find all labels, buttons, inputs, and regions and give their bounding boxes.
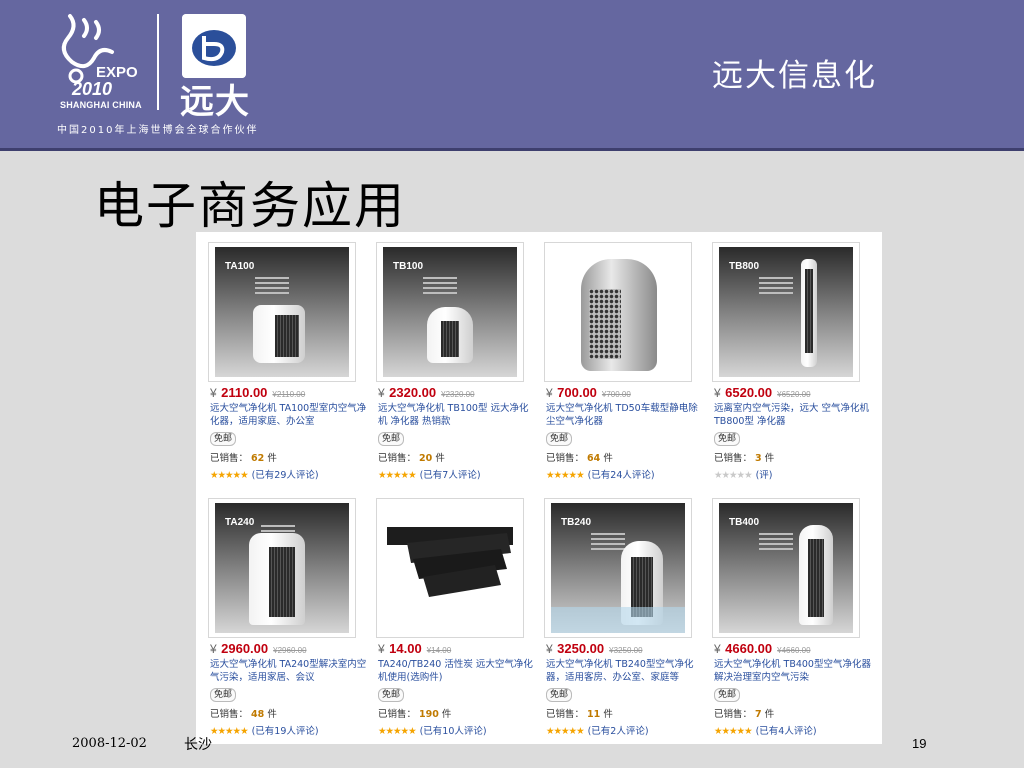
product-image[interactable]: TA240: [208, 498, 356, 638]
product-card[interactable]: TA240 ¥ 2960.00 ¥2960.00 远大空气净化机 TA240型解决…: [196, 488, 366, 738]
expo-city: SHANGHAI CHINA: [60, 100, 142, 110]
sales-count: 已销售： 62 件: [210, 453, 277, 464]
product-rating[interactable]: ★★★★★ (已有19人评论): [210, 723, 319, 737]
product-price: ¥ 6520.00 ¥6520.00: [714, 385, 811, 400]
product-title-link[interactable]: 远大空气净化机 TD50车载型静电除尘空气净化器: [546, 402, 704, 428]
product-model-label: TA100: [225, 261, 255, 272]
product-image[interactable]: TB100: [376, 242, 524, 382]
product-rating[interactable]: ★★★★★ (已有7人评论): [378, 467, 481, 481]
page-number: 19: [912, 736, 927, 751]
star-rating-icon: ★★★★★: [378, 726, 417, 737]
product-rating[interactable]: ★★★★★ (已有10人评论): [378, 723, 487, 737]
sales-count: 已销售： 3 件: [714, 453, 775, 464]
product-price: ¥ 14.00 ¥14.00: [378, 641, 452, 656]
sales-count: 已销售： 48 件: [210, 709, 277, 720]
product-model-label: TB400: [729, 517, 760, 528]
product-image[interactable]: [376, 498, 524, 638]
slide-date: 2008-12-02: [72, 736, 147, 751]
sales-count: 已销售： 11 件: [546, 709, 613, 720]
sales-count: 已销售： 20 件: [378, 453, 445, 464]
product-rating[interactable]: ★★★★★ (已有2人评论): [546, 723, 649, 737]
broad-logo-icon: [182, 14, 246, 78]
product-image[interactable]: [544, 242, 692, 382]
product-card[interactable]: ¥ 14.00 ¥14.00 TA240/TB240 活性炭 远大空气净化机使用(…: [364, 488, 533, 738]
free-shipping-badge: 免邮: [378, 688, 405, 702]
product-image[interactable]: TB240: [544, 498, 692, 638]
free-shipping-badge: 免邮: [546, 432, 573, 446]
star-rating-icon: ★★★★★: [714, 726, 753, 737]
company-name: 远大信息化: [712, 58, 877, 94]
star-rating-icon: ★★★★★: [210, 470, 249, 481]
product-model-label: TB100: [393, 261, 424, 272]
product-card[interactable]: TB240 ¥ 3250.00 ¥3250.00 远大空气净化机 TB240型空气…: [532, 488, 700, 738]
product-price: ¥ 700.00 ¥700.00: [546, 385, 631, 400]
free-shipping-badge: 免邮: [714, 432, 741, 446]
free-shipping-badge: 免邮: [210, 688, 237, 702]
free-shipping-badge: 免邮: [210, 432, 237, 446]
product-card[interactable]: TB100 ¥ 2320.00 ¥2320.00 远大空气净化机 TB100型 远…: [364, 232, 532, 482]
product-title-link[interactable]: 远大空气净化机 TB100型 远大净化机 净化器 热销款: [378, 402, 536, 428]
product-title-link[interactable]: 远离室内空气污染，远大 空气净化机 TB800型 净化器: [714, 402, 872, 428]
product-price: ¥ 2110.00 ¥2110.00: [210, 385, 306, 400]
product-image[interactable]: TA100: [208, 242, 356, 382]
free-shipping-badge: 免邮: [546, 688, 573, 702]
product-price: ¥ 4660.00 ¥4660.00: [714, 641, 811, 656]
sales-count: 已销售： 7 件: [714, 709, 775, 720]
product-model-label: TA240: [225, 517, 255, 528]
slide-title: 电子商务应用: [94, 177, 406, 235]
product-price: ¥ 2320.00 ¥2320.00: [378, 385, 475, 400]
product-rating[interactable]: ★★★★★ (已有29人评论): [210, 467, 319, 481]
product-title-link[interactable]: 远大空气净化机 TB400型空气净化器解决治理室内空气污染: [714, 658, 872, 684]
partner-text: 中国2010年上海世博会全球合作伙伴: [57, 125, 259, 136]
header-divider-line: [0, 148, 1024, 151]
logo-divider: [157, 14, 159, 110]
carbon-filter-image: [387, 527, 513, 597]
product-title-link[interactable]: 远大空气净化机 TA100型室内空气净化器，适用家庭、办公室: [210, 402, 368, 428]
product-card[interactable]: TA100 ¥ 2110.00 ¥2110.00 远大空气净化机 TA100型室内…: [196, 232, 366, 482]
product-rating[interactable]: ★★★★★ (已有24人评论): [546, 467, 655, 481]
product-title-link[interactable]: 远大空气净化机 TB240型空气净化器，适用客房、办公室、家庭等: [546, 658, 704, 684]
star-rating-icon: ★★★★★: [378, 470, 417, 481]
product-model-label: TB240: [561, 517, 592, 528]
product-image[interactable]: TB400: [712, 498, 860, 638]
product-rating[interactable]: ★★★★★ (已有4人评论): [714, 723, 817, 737]
star-rating-icon: ★★★★★: [210, 726, 249, 737]
product-card[interactable]: TB400 ¥ 4660.00 ¥4660.00 远大空气净化机 TB400型空气…: [700, 488, 871, 738]
product-title-link[interactable]: 远大空气净化机 TA240型解决室内空气污染，适用家居、会议: [210, 658, 368, 684]
brand-logo-text: 远大: [180, 82, 250, 122]
product-image[interactable]: TB800: [712, 242, 860, 382]
product-rating[interactable]: ★★★★★ (评): [714, 467, 773, 481]
product-title-link[interactable]: TA240/TB240 活性炭 远大空气净化机使用(选购件): [378, 658, 536, 684]
star-rating-icon: ★★★★★: [714, 470, 753, 481]
product-card[interactable]: ¥ 700.00 ¥700.00 远大空气净化机 TD50车载型静电除尘空气净化器…: [532, 232, 700, 482]
product-card[interactable]: TB800 ¥ 6520.00 ¥6520.00 远离室内空气污染，远大 空气净化…: [700, 232, 869, 482]
product-price: ¥ 2960.00 ¥2960.00: [210, 641, 307, 656]
sales-count: 已销售： 190 件: [378, 709, 452, 720]
product-price: ¥ 3250.00 ¥3250.00: [546, 641, 643, 656]
product-grid: TA100 ¥ 2110.00 ¥2110.00 远大空气净化机 TA100型室内…: [196, 232, 882, 744]
star-rating-icon: ★★★★★: [546, 726, 585, 737]
star-rating-icon: ★★★★★: [546, 470, 585, 481]
expo-year: 2010: [72, 79, 113, 99]
free-shipping-badge: 免邮: [714, 688, 741, 702]
product-model-label: TB800: [729, 261, 760, 272]
sales-count: 已销售： 64 件: [546, 453, 613, 464]
free-shipping-badge: 免邮: [378, 432, 405, 446]
slide-location: 长沙: [184, 737, 212, 753]
